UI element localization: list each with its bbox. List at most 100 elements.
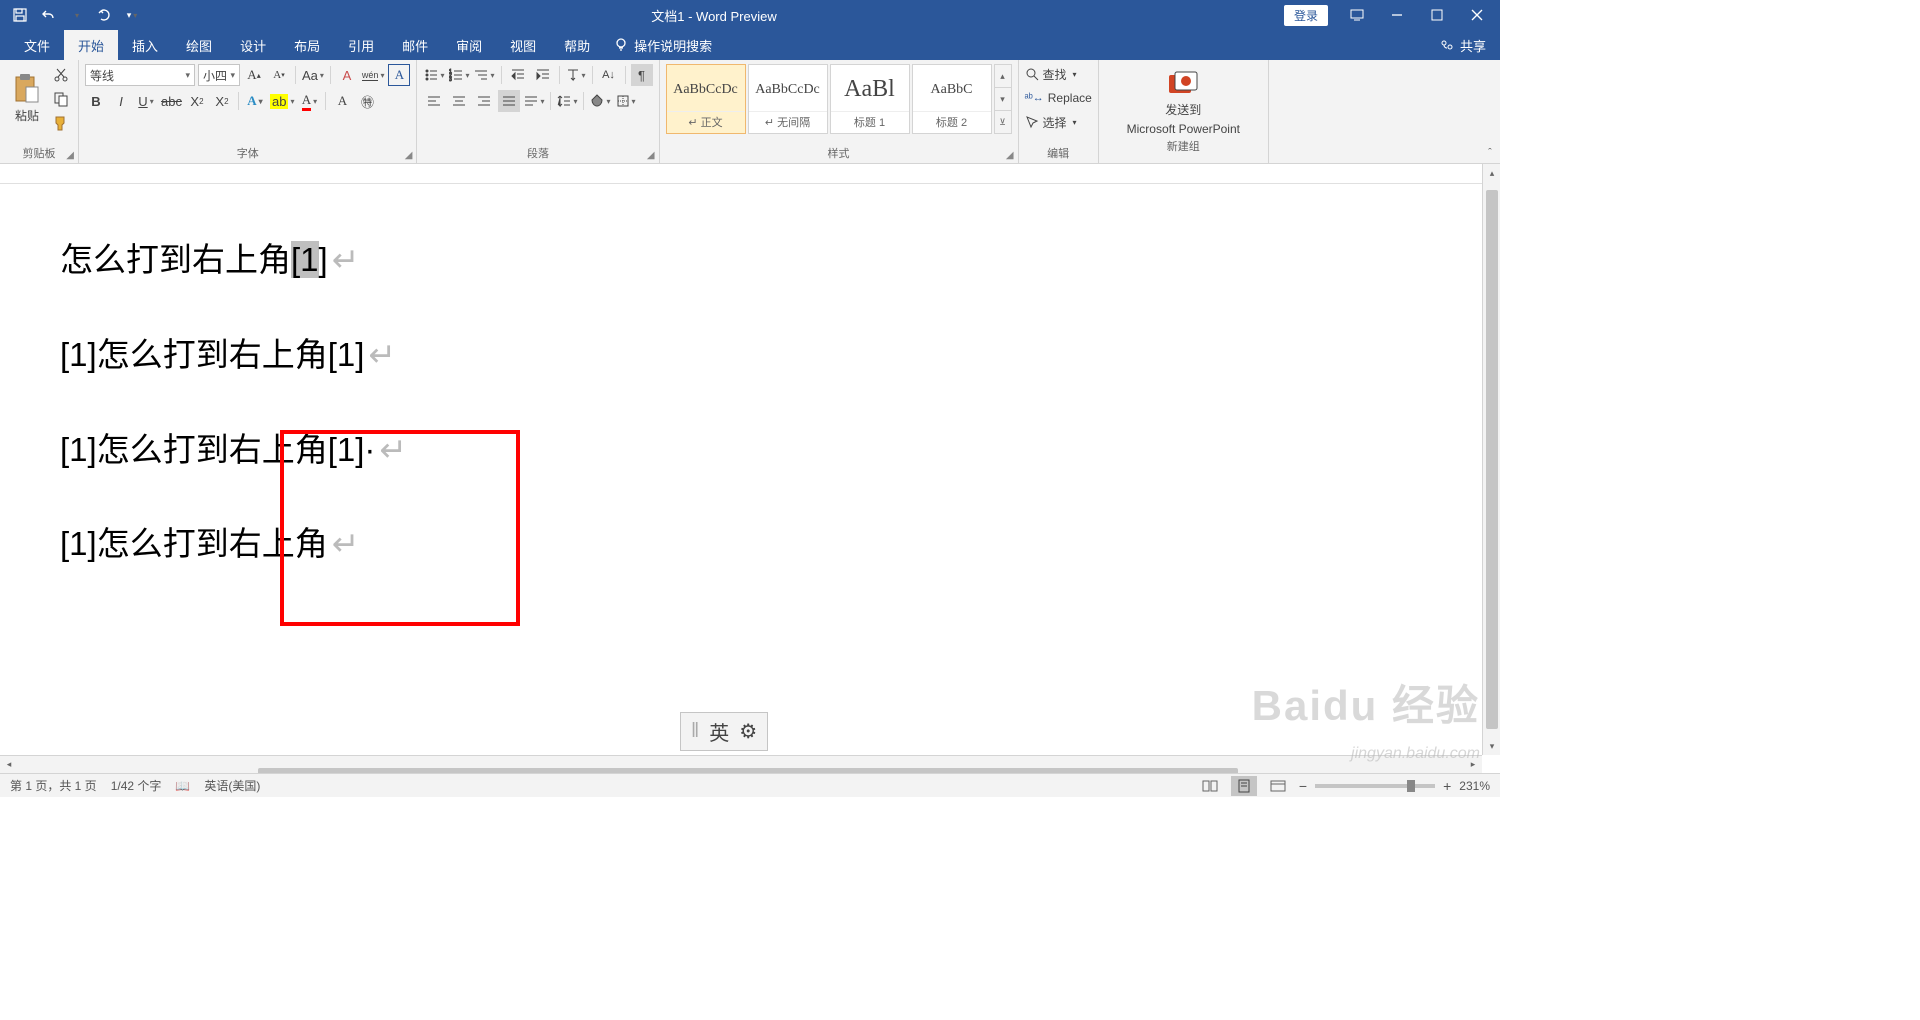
show-marks-icon[interactable]: ¶ (631, 64, 653, 86)
undo-icon[interactable] (36, 3, 60, 27)
strike-button[interactable]: abc (160, 90, 183, 112)
tab-home[interactable]: 开始 (64, 30, 118, 60)
enclose-char-icon[interactable]: ㊕ (356, 90, 378, 112)
align-center-icon[interactable] (448, 90, 470, 112)
tab-references[interactable]: 引用 (334, 30, 388, 60)
copy-icon[interactable] (50, 88, 72, 110)
view-print-icon[interactable] (1231, 776, 1257, 796)
numbering-icon[interactable]: 123 (448, 64, 470, 86)
select-button[interactable]: 选择▾ (1025, 112, 1092, 132)
qat-customize[interactable]: ▾ (120, 3, 144, 27)
justify-icon[interactable] (498, 90, 520, 112)
login-button[interactable]: 登录 (1284, 5, 1328, 26)
indent-dec-icon[interactable] (507, 64, 529, 86)
document-page[interactable]: 怎么打到右上角[1]↵[1]怎么打到右上角[1]↵[1]怎么打到右上角[1]·↵… (0, 184, 1482, 755)
style-item-3[interactable]: AaBbC标题 2 (912, 64, 992, 134)
redo-icon[interactable] (92, 3, 116, 27)
ribbon-display-icon[interactable] (1338, 0, 1376, 30)
ime-bar[interactable]: ‖ 英 ⚙ (680, 712, 768, 751)
minimize-icon[interactable] (1378, 0, 1416, 30)
phonetic-guide-icon[interactable]: wén (361, 64, 386, 86)
close-icon[interactable] (1458, 0, 1496, 30)
paragraph-1[interactable]: [1]怎么打到右上角[1]↵ (60, 329, 1422, 382)
maximize-icon[interactable] (1418, 0, 1456, 30)
styles-up-icon[interactable]: ▴ (995, 65, 1011, 88)
bullets-icon[interactable] (423, 64, 445, 86)
tab-design[interactable]: 设计 (226, 30, 280, 60)
text-effects-icon[interactable]: A (244, 90, 266, 112)
paragraph-launcher-icon[interactable]: ◢ (647, 150, 655, 161)
zoom-thumb[interactable] (1407, 780, 1415, 792)
tab-view[interactable]: 视图 (496, 30, 550, 60)
status-words[interactable]: 1/42 个字 (111, 777, 162, 794)
ime-settings-icon[interactable]: ⚙ (739, 719, 757, 744)
style-item-2[interactable]: AaBl标题 1 (830, 64, 910, 134)
status-language[interactable]: 英语(美国) (204, 777, 260, 794)
tab-help[interactable]: 帮助 (550, 30, 604, 60)
paste-button[interactable]: 粘贴 (6, 64, 48, 132)
share-button[interactable]: 共享 (1460, 36, 1486, 55)
italic-button[interactable]: I (110, 90, 132, 112)
tell-me-search[interactable]: 操作说明搜索 (614, 36, 712, 55)
tab-draw[interactable]: 绘图 (172, 30, 226, 60)
tab-mailings[interactable]: 邮件 (388, 30, 442, 60)
multilevel-icon[interactable] (473, 64, 495, 86)
superscript-button[interactable]: X2 (211, 90, 233, 112)
style-item-1[interactable]: AaBbCcDc↵ 无间隔 (748, 64, 828, 134)
cut-icon[interactable] (50, 64, 72, 86)
highlight-icon[interactable]: ab (269, 90, 295, 112)
style-item-0[interactable]: AaBbCcDc↵ 正文 (666, 64, 746, 134)
spellcheck-icon[interactable]: 📖 (175, 779, 190, 793)
zoom-slider[interactable] (1315, 784, 1435, 788)
line-spacing-icon[interactable] (556, 90, 578, 112)
horizontal-scrollbar[interactable]: ◂ ▸ (0, 755, 1482, 773)
align-left-icon[interactable] (423, 90, 445, 112)
paragraph-2[interactable]: [1]怎么打到右上角[1]·↵ (60, 424, 1422, 477)
zoom-out-icon[interactable]: − (1299, 778, 1307, 794)
zoom-value[interactable]: 231% (1459, 779, 1490, 793)
subscript-button[interactable]: X2 (186, 90, 208, 112)
tab-insert[interactable]: 插入 (118, 30, 172, 60)
save-icon[interactable] (8, 3, 32, 27)
borders-icon[interactable] (615, 90, 637, 112)
tab-layout[interactable]: 布局 (280, 30, 334, 60)
format-painter-icon[interactable] (50, 112, 72, 134)
view-web-icon[interactable] (1265, 776, 1291, 796)
find-button[interactable]: 查找▾ (1025, 64, 1092, 84)
styles-launcher-icon[interactable]: ◢ (1006, 150, 1014, 161)
align-right-icon[interactable] (473, 90, 495, 112)
font-color-icon[interactable]: A (298, 90, 320, 112)
clipboard-launcher-icon[interactable]: ◢ (66, 150, 74, 161)
view-read-icon[interactable] (1197, 776, 1223, 796)
indent-inc-icon[interactable] (532, 64, 554, 86)
undo-dropdown[interactable] (64, 3, 88, 27)
scroll-up-icon[interactable]: ▴ (1483, 164, 1500, 182)
styles-more-icon[interactable]: ⊻ (995, 111, 1011, 133)
tab-file[interactable]: 文件 (10, 30, 64, 60)
underline-button[interactable]: U (135, 90, 157, 112)
shrink-font-icon[interactable]: A▾ (268, 64, 290, 86)
grow-font-icon[interactable]: A▴ (243, 64, 265, 86)
scroll-down-icon[interactable]: ▾ (1483, 737, 1500, 755)
char-shading-icon[interactable]: A (331, 90, 353, 112)
ime-mode[interactable]: 英 (709, 717, 729, 746)
text-direction-icon[interactable] (565, 64, 587, 86)
distribute-icon[interactable] (523, 90, 545, 112)
scroll-left-icon[interactable]: ◂ (0, 756, 18, 774)
replace-button[interactable]: ᵃᵇ↔Replace (1025, 88, 1092, 108)
shading-icon[interactable] (589, 90, 611, 112)
tab-review[interactable]: 审阅 (442, 30, 496, 60)
vertical-scrollbar[interactable]: ▴ ▾ (1482, 164, 1500, 755)
send-to-ppt-button[interactable]: 发送到 Microsoft PowerPoint (1127, 71, 1240, 136)
collapse-ribbon-icon[interactable]: ˆ (1488, 147, 1492, 159)
paragraph-3[interactable]: [1]怎么打到右上角↵ (60, 518, 1422, 571)
status-page[interactable]: 第 1 页，共 1 页 (10, 777, 97, 794)
zoom-in-icon[interactable]: + (1443, 778, 1451, 794)
font-name-combo[interactable]: 等线▾ (85, 64, 195, 86)
char-border-icon[interactable]: A (388, 64, 410, 86)
ruler[interactable] (0, 164, 1500, 184)
font-launcher-icon[interactable]: ◢ (405, 150, 413, 161)
sort-icon[interactable]: A↓ (598, 64, 620, 86)
bold-button[interactable]: B (85, 90, 107, 112)
change-case-icon[interactable]: Aa (301, 64, 325, 86)
